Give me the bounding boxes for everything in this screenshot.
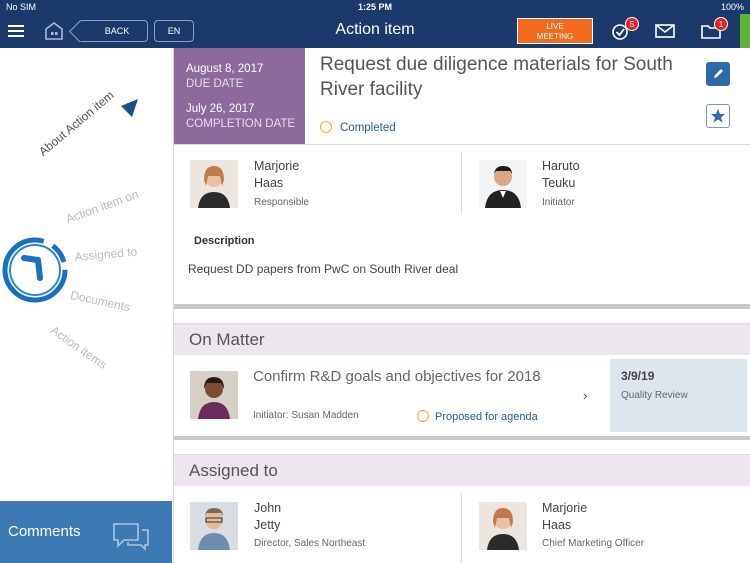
matter-title[interactable]: Confirm R&D goals and objectives for 201… xyxy=(253,368,541,385)
assignee-name[interactable]: John Jetty xyxy=(254,500,281,534)
clock: 1:25 PM xyxy=(357,2,392,12)
comments-label: Comments xyxy=(8,523,81,540)
folder-badge: 1 xyxy=(714,17,728,31)
completion-date-label: COMPLETION DATE xyxy=(186,118,296,130)
assignee-title: Director, Sales Northeast xyxy=(254,538,366,549)
section-divider xyxy=(174,436,750,440)
completion-date: July 26, 2017 xyxy=(186,103,255,115)
status-completed: Completed xyxy=(320,121,396,134)
wheel-pointer-icon xyxy=(121,99,138,117)
status-bar: No SIM 1:25 PM 100% xyxy=(0,0,750,14)
avatar-initiator xyxy=(479,160,527,208)
wheel-item-action-items[interactable]: Action items xyxy=(48,323,110,372)
folder-button[interactable]: 1 xyxy=(700,17,728,41)
action-item-detail: August 8, 2017 DUE DATE July 26, 2017 CO… xyxy=(173,48,750,563)
section-wheel-sidebar: About Action item Action item on Assigne… xyxy=(0,48,173,563)
tasks-button[interactable]: 5 xyxy=(611,17,639,41)
battery-label: 100% xyxy=(720,2,744,12)
action-item-title: Request due diligence materials for Sout… xyxy=(320,54,673,100)
meeting-type: Quality Review xyxy=(621,390,688,401)
section-divider xyxy=(174,304,750,309)
wheel-item-action-item-on[interactable]: Action item on xyxy=(64,187,140,226)
assignee-title: Chief Marketing Officer xyxy=(542,538,645,549)
live-meeting-button[interactable]: LIVE MEETING xyxy=(517,18,593,44)
description-text: Request DD papers from PwC on South Rive… xyxy=(188,262,459,276)
divider xyxy=(461,493,462,563)
assigned-to-header: Assigned to xyxy=(174,454,750,486)
status-icon xyxy=(320,121,332,133)
avatar-assignee xyxy=(479,502,527,550)
due-date-label: DUE DATE xyxy=(186,78,244,90)
avatar-responsible xyxy=(190,160,238,208)
assignee-name[interactable]: Marjorie Haas xyxy=(542,500,587,534)
favorite-button[interactable] xyxy=(706,104,730,128)
top-nav-bar: BACK EN Action item LIVE MEETING 5 1 xyxy=(0,14,750,48)
on-matter-header: On Matter xyxy=(174,323,750,355)
star-icon xyxy=(711,109,725,123)
dates-panel: August 8, 2017 DUE DATE July 26, 2017 CO… xyxy=(174,48,305,144)
meeting-card[interactable]: 3/9/19 Quality Review xyxy=(610,359,747,432)
status-indicator xyxy=(740,14,750,48)
matter-status: Proposed for agenda xyxy=(417,410,538,423)
initiator-role: Initiator xyxy=(542,197,575,208)
meeting-date: 3/9/19 xyxy=(621,369,655,383)
initiator-name: Haruto Teuku xyxy=(542,159,580,190)
mail-icon[interactable] xyxy=(654,21,676,41)
edit-button[interactable] xyxy=(706,62,730,86)
tasks-badge: 5 xyxy=(625,17,639,31)
avatar-assignee xyxy=(190,502,238,550)
avatar-matter-initiator xyxy=(190,371,238,419)
divider xyxy=(461,152,462,214)
chevron-right-icon[interactable]: › xyxy=(583,388,587,403)
responsible-role: Responsible xyxy=(254,197,310,208)
responsible-name: Marjorie Haas xyxy=(254,159,300,190)
matter-initiator: Initiator: Susan Madden xyxy=(253,410,359,421)
wheel-item-about[interactable]: About Action item xyxy=(36,88,117,159)
status-icon xyxy=(417,410,429,422)
wheel-item-assigned-to[interactable]: Assigned to xyxy=(74,245,138,264)
pencil-icon xyxy=(714,69,723,78)
chat-bubbles-icon xyxy=(113,523,149,551)
navigation-wheel-icon[interactable] xyxy=(0,234,72,306)
divider xyxy=(174,144,750,145)
due-date: August 8, 2017 xyxy=(186,63,264,75)
description-heading: Description xyxy=(194,235,255,247)
wheel-item-documents[interactable]: Documents xyxy=(69,288,131,314)
comments-button[interactable]: Comments xyxy=(0,501,172,563)
